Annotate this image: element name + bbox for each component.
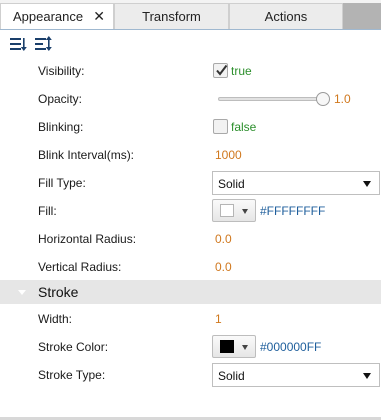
- blinking-label: Blinking:: [38, 120, 84, 134]
- property-row-fill: Fill: #FFFFFFFF: [0, 197, 381, 225]
- property-row-opacity: Opacity: 1.0: [0, 85, 381, 113]
- tab-transform[interactable]: Transform: [114, 3, 229, 29]
- fill-label: Fill:: [38, 204, 57, 218]
- blink-interval-value[interactable]: 1000: [215, 148, 242, 162]
- stroke-type-select[interactable]: Solid: [212, 363, 380, 387]
- tab-appearance[interactable]: Appearance ✕: [0, 3, 114, 29]
- fill-type-select[interactable]: Solid: [212, 171, 380, 195]
- property-row-stroke-type: Stroke Type: Solid: [0, 361, 381, 389]
- horizontal-radius-label: Horizontal Radius:: [38, 232, 137, 246]
- visibility-checkbox[interactable]: [213, 63, 228, 78]
- blinking-value: false: [231, 120, 257, 134]
- opacity-value: 1.0: [334, 92, 351, 106]
- width-label: Width:: [38, 312, 73, 326]
- width-value[interactable]: 1: [215, 312, 222, 326]
- property-toolbar: [0, 29, 381, 57]
- vertical-radius-value[interactable]: 0.0: [215, 260, 232, 274]
- stroke-section-title: Stroke: [38, 284, 79, 300]
- property-row-stroke-color: Stroke Color: #000000FF: [0, 333, 381, 361]
- vertical-radius-label: Vertical Radius:: [38, 260, 122, 274]
- horizontal-radius-value[interactable]: 0.0: [215, 232, 232, 246]
- blink-interval-label: Blink Interval(ms):: [38, 148, 135, 162]
- blinking-checkbox[interactable]: [213, 119, 228, 134]
- property-row-horizontal-radius: Horizontal Radius: 0.0: [0, 225, 381, 253]
- sort-by-category-icon[interactable]: [34, 35, 52, 53]
- tab-bar-empty-area: [343, 3, 381, 29]
- tab-label: Transform: [142, 9, 201, 24]
- dropdown-arrow-icon: [242, 345, 248, 350]
- visibility-label: Visibility:: [38, 64, 85, 78]
- property-row-width: Width: 1: [0, 305, 381, 333]
- stroke-section-header[interactable]: Stroke: [0, 280, 381, 304]
- property-row-visibility: Visibility: true: [0, 57, 381, 85]
- tab-label: Actions: [264, 9, 308, 24]
- check-icon: [216, 64, 228, 76]
- visibility-value: true: [231, 64, 252, 78]
- fill-color-swatch: [220, 204, 234, 217]
- fill-type-selected: Solid: [218, 177, 245, 191]
- opacity-label: Opacity:: [38, 92, 83, 106]
- stroke-color-picker[interactable]: [212, 335, 256, 358]
- stroke-color-value: #000000FF: [260, 340, 322, 354]
- stroke-type-selected: Solid: [218, 369, 245, 383]
- property-row-fill-type: Fill Type: Solid: [0, 169, 381, 197]
- tab-label: Appearance: [13, 9, 84, 24]
- stroke-type-label: Stroke Type:: [38, 368, 106, 382]
- stroke-color-swatch: [220, 340, 234, 353]
- fill-type-label: Fill Type:: [38, 176, 86, 190]
- fill-value: #FFFFFFFF: [260, 204, 326, 218]
- sort-descending-icon[interactable]: [9, 35, 27, 53]
- property-row-vertical-radius: Vertical Radius: 0.0: [0, 253, 381, 281]
- close-icon[interactable]: ✕: [93, 8, 105, 25]
- opacity-slider-track[interactable]: [218, 97, 323, 101]
- stroke-color-label: Stroke Color:: [38, 340, 109, 354]
- dropdown-arrow-icon: [363, 373, 371, 379]
- property-row-blink-interval: Blink Interval(ms): 1000: [0, 141, 381, 169]
- tab-bar: Appearance ✕ Transform Actions: [0, 0, 381, 29]
- collapse-triangle-icon[interactable]: [18, 290, 26, 295]
- opacity-slider-thumb[interactable]: [316, 92, 330, 106]
- dropdown-arrow-icon: [363, 181, 371, 187]
- fill-color-picker[interactable]: [212, 199, 256, 222]
- property-row-blinking: Blinking: false: [0, 113, 381, 141]
- dropdown-arrow-icon: [242, 209, 248, 214]
- tab-actions[interactable]: Actions: [229, 3, 343, 29]
